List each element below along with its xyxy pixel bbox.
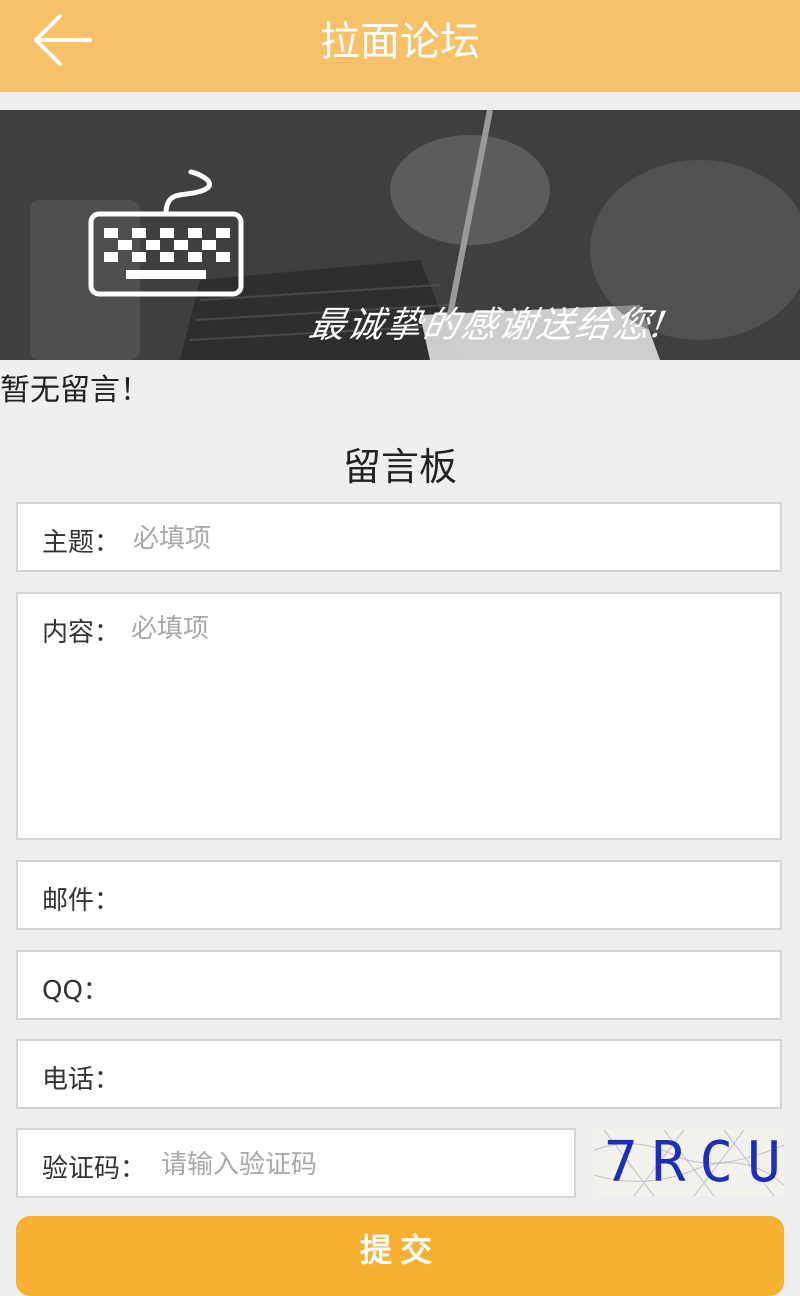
email-label: 邮件： <box>42 886 121 916</box>
empty-messages-text: 暂无留言！ <box>0 373 150 408</box>
page-title: 拉面论坛 <box>320 19 480 65</box>
banner: 最诚挚的感谢送给您! <box>0 110 800 360</box>
content-field[interactable]: 内容： 必填项 <box>16 592 782 840</box>
captcha-code: 7RCU <box>604 1130 784 1195</box>
captcha-field[interactable]: 验证码： 请输入验证码 <box>16 1128 576 1198</box>
top-bar: 拉面论坛 <box>0 0 800 92</box>
keyboard-icon <box>88 169 244 297</box>
qq-label: QQ： <box>42 976 109 1006</box>
captcha-label: 验证码： <box>42 1154 147 1184</box>
subject-placeholder: 必填项 <box>133 524 212 554</box>
email-field[interactable]: 邮件： <box>16 860 782 930</box>
qq-field[interactable]: QQ： <box>16 950 782 1020</box>
phone-label: 电话： <box>42 1065 121 1095</box>
phone-field[interactable]: 电话： <box>16 1039 782 1109</box>
content-label: 内容： <box>42 618 121 648</box>
captcha-placeholder: 请输入验证码 <box>161 1150 318 1180</box>
captcha-image[interactable]: 7RCU <box>594 1130 784 1196</box>
submit-button[interactable]: 提交 <box>16 1216 784 1296</box>
subject-field[interactable]: 主题： 必填项 <box>16 502 782 572</box>
board-title: 留言板 <box>342 445 457 489</box>
content-placeholder: 必填项 <box>131 614 210 644</box>
banner-slogan: 最诚挚的感谢送给您! <box>305 305 672 346</box>
subject-label: 主题： <box>42 528 121 558</box>
